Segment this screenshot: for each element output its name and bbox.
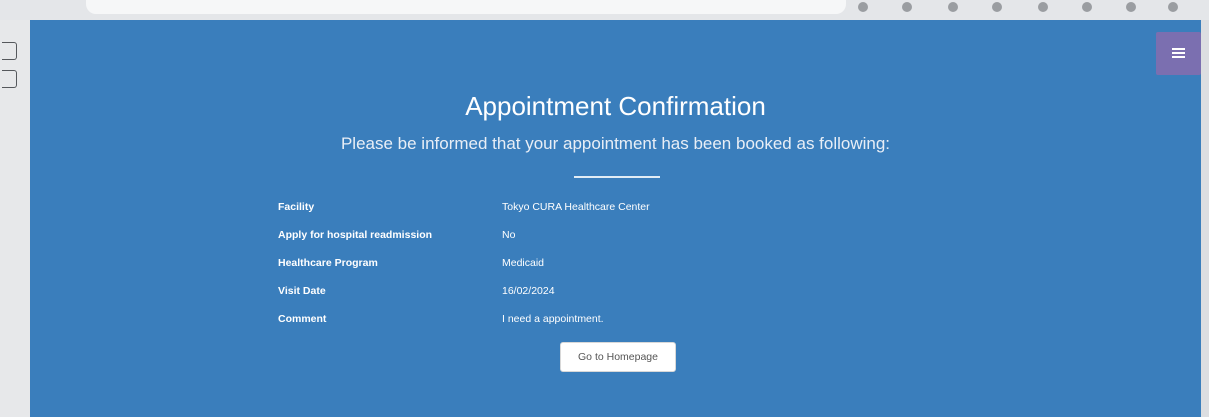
program-value: Medicaid (502, 257, 545, 269)
hamburger-icon (1172, 52, 1185, 54)
browser-extension-icon[interactable] (1082, 2, 1092, 12)
page-subtitle: Please be informed that your appointment… (340, 134, 891, 153)
browser-extension-icon[interactable] (1126, 2, 1136, 12)
browser-toolbar (0, 0, 1209, 21)
side-toolbar (0, 20, 30, 417)
hamburger-icon (1172, 56, 1185, 58)
address-bar[interactable] (86, 0, 846, 14)
menu-toggle-button[interactable] (1156, 32, 1201, 75)
program-label: Healthcare Program (278, 257, 378, 269)
divider (574, 176, 660, 178)
confirmation-section: Appointment Confirmation Please be infor… (30, 20, 1201, 417)
browser-extension-icon[interactable] (992, 2, 1002, 12)
hamburger-icon (1172, 48, 1185, 50)
scrollbar-track[interactable] (1201, 20, 1209, 417)
browser-extension-icon[interactable] (948, 2, 958, 12)
facility-value: Tokyo CURA Healthcare Center (502, 201, 650, 213)
comment-label: Comment (278, 313, 327, 325)
browser-menu-icon[interactable] (1168, 2, 1178, 12)
side-tool-icon[interactable] (2, 70, 17, 88)
visit-date-label: Visit Date (278, 285, 326, 297)
browser-extension-icon[interactable] (858, 2, 868, 12)
comment-value: I need a appointment. (502, 313, 604, 325)
browser-extension-icon[interactable] (902, 2, 912, 12)
facility-label: Facility (278, 201, 315, 213)
readmission-value: No (502, 229, 516, 241)
side-tool-icon[interactable] (2, 42, 17, 60)
go-to-homepage-button[interactable]: Go to Homepage (560, 342, 676, 372)
browser-extension-icon[interactable] (1038, 2, 1048, 12)
readmission-label: Apply for hospital readmission (278, 229, 433, 241)
browser-toolbar-icons (850, 2, 1180, 16)
visit-date-value: 16/02/2024 (502, 285, 555, 297)
page-title: Appointment Confirmation (465, 91, 766, 121)
